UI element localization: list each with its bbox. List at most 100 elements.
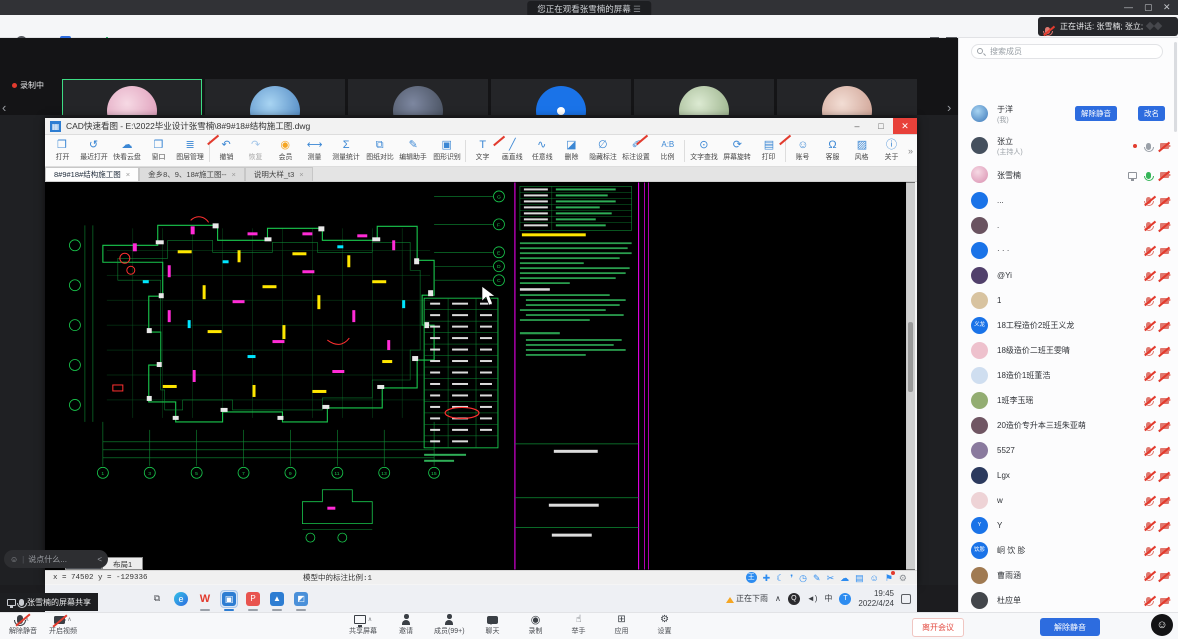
collapse-icon[interactable]: < — [97, 555, 102, 564]
undo-button[interactable]: ↶撤销 — [213, 136, 239, 166]
chat-quick-bar[interactable]: ☺ | 说点什么... < — [4, 550, 108, 568]
mountain-app-icon[interactable]: ▲ — [269, 591, 285, 607]
vip-badge-icon[interactable]: 王 — [746, 572, 757, 583]
carousel-prev-button[interactable]: ‹ — [2, 100, 6, 115]
tab-layout1[interactable]: 布局1 — [102, 557, 143, 570]
drawing-tab[interactable]: 说明大样_t3× — [245, 167, 313, 181]
carousel-next-button[interactable]: › — [947, 100, 951, 115]
find-text-button[interactable]: ⊙文字查找 — [689, 136, 719, 166]
shape-recognize-button[interactable]: ▣图形识别 — [432, 136, 462, 166]
account-button[interactable]: ☺账号 — [790, 136, 816, 166]
text-button[interactable]: T文字 — [470, 136, 496, 166]
member-row[interactable]: · · · — [959, 238, 1178, 263]
history-icon[interactable]: ◷ — [799, 573, 807, 583]
drawing-tab[interactable]: 金乡8、9、18#施工图--× — [139, 167, 245, 181]
qq-tray-icon[interactable]: Q — [788, 593, 800, 605]
gallery-icon[interactable]: ▤ — [855, 573, 864, 583]
member-row[interactable]: @Yi — [959, 263, 1178, 288]
leave-meeting-button[interactable]: 离开会议 — [912, 618, 964, 637]
about-button[interactable]: ⓘ关于 — [878, 136, 904, 166]
pan-icon[interactable]: ✚ — [763, 573, 771, 583]
tab-close-icon[interactable]: × — [126, 170, 130, 179]
member-row[interactable]: 18造价1班董浩 — [959, 363, 1178, 388]
share-screen-button[interactable]: ∧共享屏幕 — [348, 614, 378, 636]
notification-center-icon[interactable] — [901, 594, 911, 604]
edit-helper-button[interactable]: ✎编辑助手 — [398, 136, 428, 166]
redo-button[interactable]: ↷恢复 — [243, 136, 269, 166]
cad-titlebar[interactable]: ▦ CAD快速看图 - E:\2022毕业设计张雪楠\8#9#18#结构施工图.… — [45, 118, 917, 135]
member-row[interactable]: 张立 (主持人) — [959, 130, 1178, 162]
invite-button[interactable]: 邀请 — [391, 614, 421, 636]
measure-stats-button[interactable]: Σ测量统计 — [331, 136, 361, 166]
window-button[interactable]: ❒窗口 — [146, 136, 172, 166]
hide-annotation-button[interactable]: ∅隐藏标注 — [588, 136, 618, 166]
tab-close-icon[interactable]: × — [299, 170, 303, 179]
layers-button[interactable]: ≣图层管理 — [175, 136, 205, 166]
compare-button[interactable]: ⧉图纸对比 — [365, 136, 395, 166]
night-mode-icon[interactable]: ☾ — [776, 573, 784, 583]
rotate-screen-button[interactable]: ⟳屏幕旋转 — [722, 136, 752, 166]
member-row[interactable]: YY — [959, 513, 1178, 538]
emoji-icon[interactable]: ☺ — [10, 555, 18, 564]
member-row[interactable]: 义龙18工程造价2班王义龙 — [959, 313, 1178, 338]
floating-emoji-button[interactable]: ☺ — [1151, 614, 1173, 636]
rename-button[interactable]: 改名 — [1138, 106, 1165, 121]
member-row[interactable]: 1 — [959, 288, 1178, 313]
window-maximize-button[interactable]: ▢ — [1144, 2, 1153, 13]
annotation-settings-button[interactable]: ✐标注设置 — [621, 136, 651, 166]
window-close-button[interactable]: ✕ — [1163, 2, 1171, 13]
delete-button[interactable]: ◪删除 — [558, 136, 584, 166]
line-button[interactable]: ╱画直线 — [499, 136, 525, 166]
members-button[interactable]: 成员(99+) — [434, 614, 465, 636]
member-row[interactable]: 18级造价二班王雯晴 — [959, 338, 1178, 363]
print-button[interactable]: ▤打印 — [756, 136, 782, 166]
member-row[interactable]: w — [959, 488, 1178, 513]
member-row[interactable]: 张雪楠 — [959, 162, 1178, 188]
window-minimize-button[interactable]: — — [1124, 2, 1133, 12]
location-icon[interactable]: ⚑ — [885, 573, 893, 583]
cloud-button[interactable]: ☁快看云盘 — [112, 136, 142, 166]
account-icon[interactable]: ☺ — [870, 573, 879, 583]
member-row[interactable]: 于洋 (我) 解除静音 改名 — [959, 98, 1178, 130]
member-row[interactable]: 曹雨涵 — [959, 563, 1178, 588]
search-members-input[interactable]: 搜索成员 — [971, 44, 1163, 59]
comment-icon[interactable]: ❜ — [790, 573, 793, 583]
member-row[interactable]: ... — [959, 188, 1178, 213]
record-button[interactable]: ◉录制 — [521, 614, 551, 636]
member-row[interactable]: 杜应单 — [959, 588, 1178, 612]
scale-button[interactable]: A:B比例 — [655, 136, 681, 166]
ime-icon[interactable]: 中 — [824, 593, 832, 604]
task-view-icon[interactable]: ⧉ — [149, 591, 165, 607]
system-clock[interactable]: 19:452022/4/24 — [858, 589, 894, 608]
member-row[interactable]: 1班李玉瑶 — [959, 388, 1178, 413]
settings-icon[interactable]: ⚙ — [899, 573, 907, 583]
cloud-sync-icon[interactable]: ☁ — [840, 573, 849, 583]
chat-button[interactable]: 聊天 — [478, 614, 508, 636]
support-button[interactable]: Ω客服 — [819, 136, 845, 166]
edge-browser-icon[interactable]: e — [173, 591, 189, 607]
hidden-icons-caret[interactable]: ∧ — [775, 594, 781, 603]
chat-input-placeholder[interactable]: 说点什么... — [28, 554, 67, 565]
weather-widget[interactable]: 正在下雨 — [726, 593, 768, 604]
vip-button[interactable]: ◉会员 — [272, 136, 298, 166]
trim-icon[interactable]: ✂ — [827, 573, 835, 583]
settings-button[interactable]: ⚙设置 — [650, 614, 680, 636]
banner-menu-icon[interactable]: ☰ — [633, 4, 641, 14]
freehand-button[interactable]: ∿任意线 — [529, 136, 555, 166]
cad-maximize-button[interactable]: □ — [869, 118, 893, 134]
member-row[interactable]: 5527 — [959, 438, 1178, 463]
member-row[interactable]: . — [959, 213, 1178, 238]
pdf-app-icon[interactable]: P — [245, 591, 261, 607]
toolbar-overflow-icon[interactable]: » — [908, 146, 913, 156]
cad-canvas[interactable]: 13579111315 GFEDC — [45, 182, 915, 570]
style-button[interactable]: ▨风格 — [849, 136, 875, 166]
cad-close-button[interactable]: ✕ — [893, 118, 917, 134]
member-row[interactable]: 饮胗峒 饮 胗 — [959, 538, 1178, 563]
tab-close-icon[interactable]: × — [231, 170, 235, 179]
cad-minimize-button[interactable]: – — [845, 118, 869, 134]
draw-icon[interactable]: ✎ — [813, 573, 821, 583]
start-video-button[interactable]: ∧开启视频 — [48, 614, 78, 636]
open-button[interactable]: ❐打开 — [49, 136, 75, 166]
volume-icon[interactable]: ◄) — [807, 594, 818, 603]
unmute-button[interactable]: ∧解除静音 — [8, 614, 38, 636]
